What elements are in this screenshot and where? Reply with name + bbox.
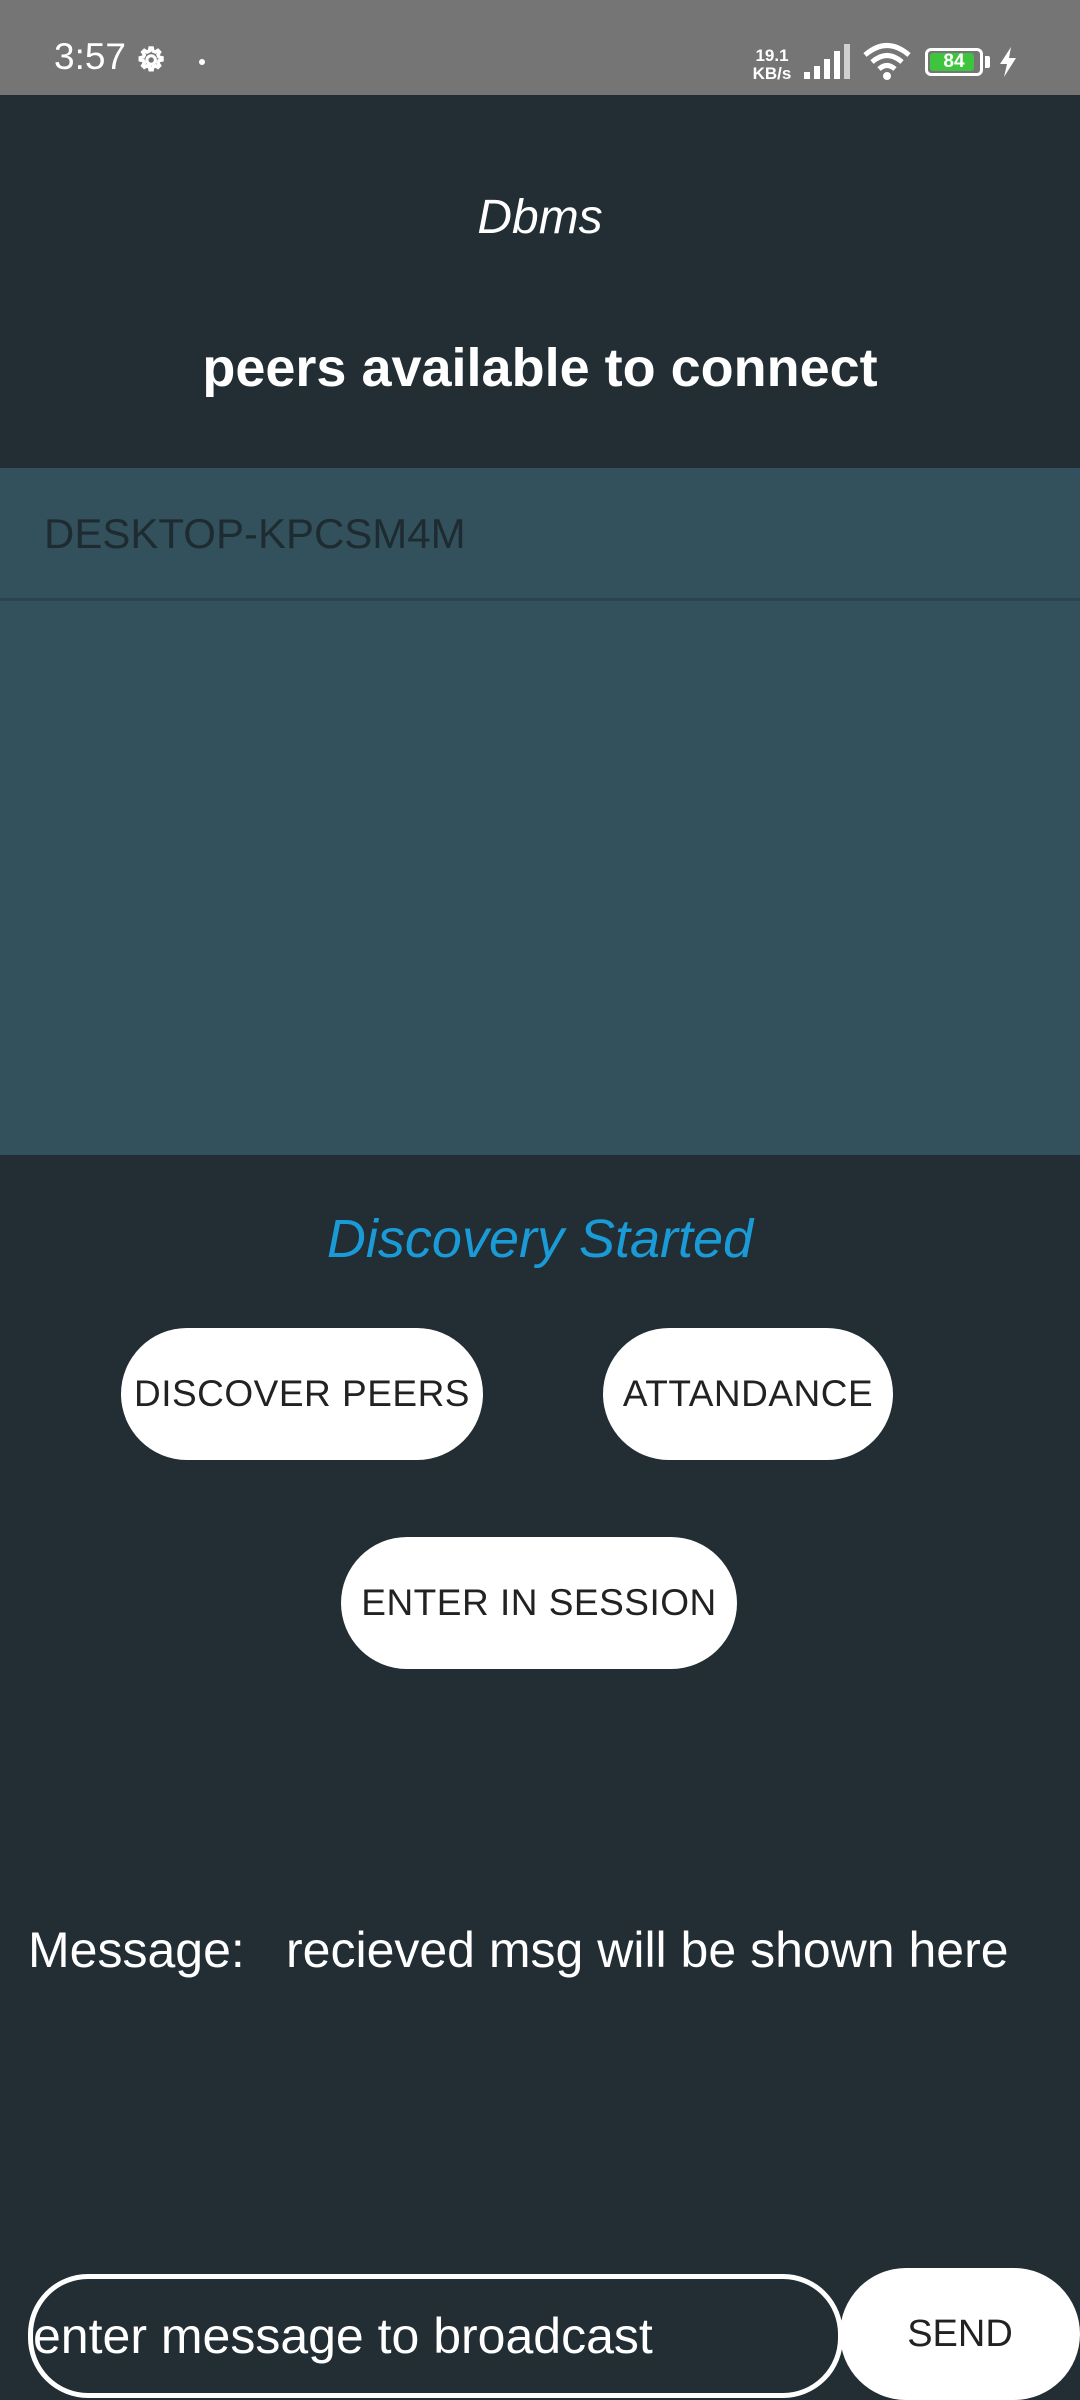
peer-list-item[interactable]: DESKTOP-KPCSM4M — [0, 468, 1080, 601]
peers-heading: peers available to connect — [202, 338, 878, 398]
peer-name: DESKTOP-KPCSM4M — [44, 510, 466, 557]
status-time: 3:57 — [54, 36, 127, 77]
battery-level: 84 — [943, 51, 965, 72]
message-label: Message: — [28, 1922, 245, 1978]
attendance-button[interactable]: ATTANDANCE — [603, 1328, 893, 1460]
network-speed: 19.1 KB/s — [750, 47, 794, 83]
broadcast-message-input[interactable] — [28, 2274, 843, 2398]
discovery-status: Discovery Started — [326, 1209, 754, 1269]
enter-session-button[interactable]: ENTER IN SESSION — [341, 1537, 737, 1669]
notification-dot-icon — [199, 59, 205, 65]
charging-bolt-icon — [1000, 47, 1016, 77]
received-message-text: recieved msg will be shown here — [286, 1922, 1009, 1978]
send-button[interactable]: SEND — [840, 2268, 1080, 2400]
peer-list[interactable]: DESKTOP-KPCSM4M — [0, 468, 1080, 1155]
cell-signal-icon — [804, 44, 850, 79]
battery-tip — [985, 56, 990, 68]
discover-peers-button[interactable]: DISCOVER PEERS — [121, 1328, 483, 1460]
app-title: Dbms — [477, 191, 603, 244]
battery-icon: 84 — [925, 48, 983, 76]
gear-icon — [138, 46, 164, 72]
wifi-icon — [863, 43, 911, 80]
network-speed-value: 19.1 — [755, 46, 789, 65]
network-speed-unit: KB/s — [752, 64, 792, 83]
status-bar: 3:57 19.1 KB/s 84 — [0, 0, 1080, 95]
